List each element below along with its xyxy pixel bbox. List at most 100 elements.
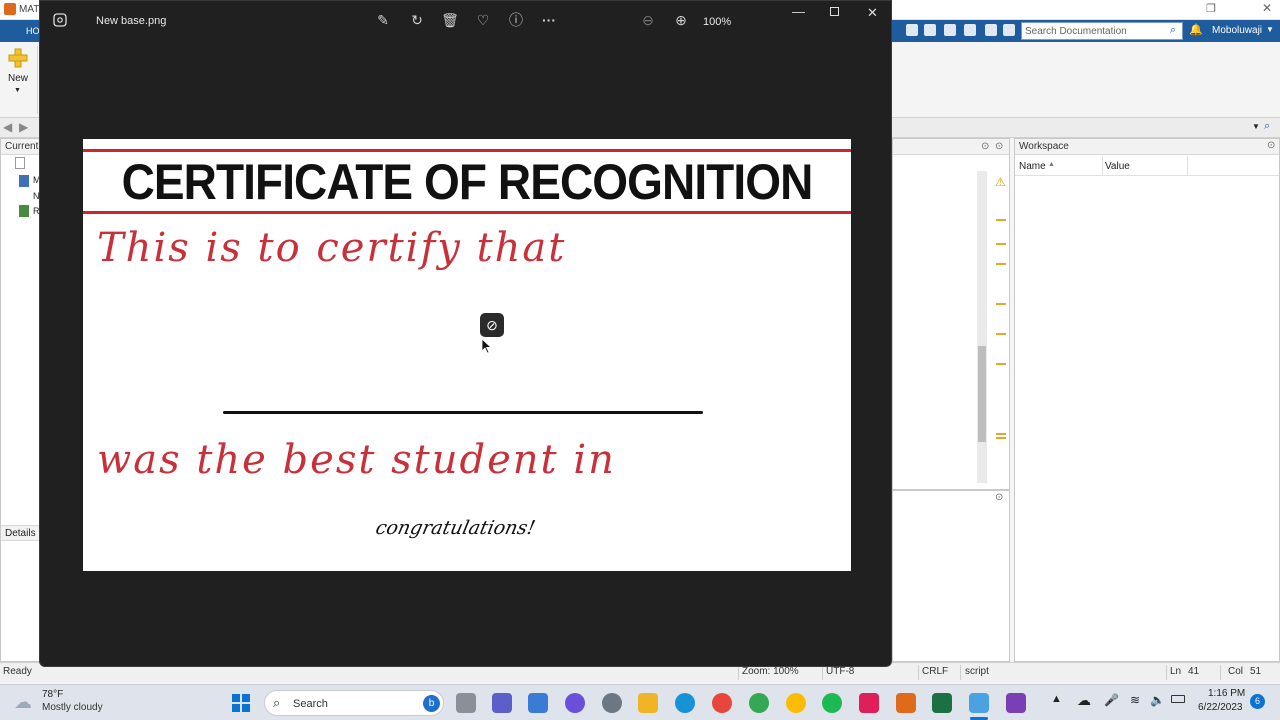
chevron-down-icon[interactable]: ▼ bbox=[1266, 25, 1274, 34]
search-icon[interactable]: ⌕ bbox=[1170, 24, 1176, 37]
settings-gear-icon[interactable] bbox=[602, 693, 622, 713]
status-line-ending: CRLF bbox=[922, 666, 949, 677]
toolbar-icon[interactable] bbox=[924, 24, 936, 36]
panel-menu-icon[interactable]: ⊙ bbox=[981, 141, 989, 152]
bing-icon[interactable]: b bbox=[423, 695, 440, 712]
code-marker[interactable] bbox=[996, 263, 1006, 265]
spotify-icon[interactable] bbox=[822, 693, 842, 713]
slack-icon[interactable] bbox=[859, 693, 879, 713]
toolbar-icon[interactable] bbox=[985, 24, 997, 36]
clock-time[interactable]: 1:16 PM bbox=[1208, 688, 1245, 699]
name-signature-line bbox=[223, 411, 703, 414]
matlab-restore-icon[interactable]: ❐ bbox=[1206, 2, 1216, 15]
code-marker[interactable] bbox=[996, 433, 1006, 439]
close-icon[interactable]: ✕ bbox=[867, 5, 878, 21]
photos-icon[interactable] bbox=[969, 693, 989, 713]
copilot-icon[interactable] bbox=[565, 693, 585, 713]
notification-badge[interactable]: 6 bbox=[1250, 694, 1265, 709]
favorite-icon[interactable]: ♡ bbox=[474, 11, 492, 29]
toolbar-icon[interactable] bbox=[964, 24, 976, 36]
weather-temperature[interactable]: 78°F bbox=[42, 689, 63, 700]
search-documentation-placeholder: Search Documentation bbox=[1025, 26, 1127, 37]
tab-home[interactable]: HO bbox=[26, 26, 40, 36]
minimize-icon[interactable]: — bbox=[792, 4, 805, 19]
clock-date[interactable]: 6/22/2023 bbox=[1198, 702, 1243, 713]
info-icon[interactable]: ⓘ bbox=[507, 11, 525, 29]
code-marker[interactable] bbox=[996, 333, 1006, 335]
status-divider bbox=[738, 665, 739, 680]
toolbar-icon[interactable] bbox=[944, 24, 956, 36]
panel-menu-icon[interactable]: ⊙ bbox=[995, 492, 1003, 503]
file-explorer-icon[interactable] bbox=[638, 693, 658, 713]
taskbar-search-box[interactable]: ⌕ Search b bbox=[264, 690, 444, 716]
edit-icon[interactable]: ✎ bbox=[374, 11, 392, 29]
panel-menu-icon[interactable]: ⊙ bbox=[1267, 140, 1275, 151]
new-button[interactable]: New bbox=[8, 73, 28, 84]
matlab-close-icon[interactable]: ✕ bbox=[1262, 1, 1272, 15]
chrome-icon[interactable] bbox=[712, 693, 732, 713]
chevron-down-icon[interactable]: ▼ bbox=[1252, 122, 1260, 131]
excel-icon[interactable] bbox=[932, 693, 952, 713]
status-file-type: script bbox=[965, 666, 989, 677]
toolbar-icon[interactable] bbox=[906, 24, 918, 36]
best-student-line: was the best student in bbox=[97, 437, 616, 483]
search-icon[interactable]: ⌕ bbox=[1264, 120, 1270, 133]
matlab-icon[interactable] bbox=[896, 693, 916, 713]
weather-condition[interactable]: Mostly cloudy bbox=[42, 702, 103, 713]
zoom-out-icon[interactable]: ⊖ bbox=[639, 11, 657, 29]
more-icon[interactable]: ··· bbox=[540, 11, 558, 29]
battery-icon[interactable] bbox=[1171, 695, 1185, 703]
user-account-menu[interactable]: Moboluwaji bbox=[1212, 25, 1262, 36]
blocked-cursor-badge: ⊘ bbox=[480, 313, 504, 337]
workspace-columns: Name ▲ Value bbox=[1015, 156, 1279, 176]
volume-icon[interactable]: 🔈 bbox=[1150, 693, 1165, 707]
status-divider bbox=[960, 665, 961, 680]
warning-icon[interactable]: ⚠ bbox=[995, 175, 1006, 189]
teams-chat-icon[interactable] bbox=[492, 693, 512, 713]
rotate-icon[interactable]: ↻ bbox=[408, 11, 426, 29]
help-icon[interactable] bbox=[1003, 24, 1015, 36]
status-encoding: UTF-8 bbox=[826, 666, 855, 677]
edge-browser-icon[interactable] bbox=[675, 693, 695, 713]
code-marker[interactable] bbox=[996, 363, 1006, 365]
back-arrow-icon[interactable]: ◀ bbox=[3, 120, 12, 134]
chrome-profile-icon[interactable] bbox=[749, 693, 769, 713]
scrollbar-thumb[interactable] bbox=[978, 346, 986, 442]
column-name-header[interactable]: Name bbox=[1019, 161, 1046, 172]
code-marker[interactable] bbox=[996, 303, 1006, 305]
column-value-header[interactable]: Value bbox=[1105, 161, 1130, 172]
gallery-icon[interactable] bbox=[51, 11, 69, 29]
bell-icon[interactable]: 🔔 bbox=[1189, 23, 1203, 36]
wifi-icon[interactable]: ≋ bbox=[1130, 693, 1140, 707]
sort-ascending-icon[interactable]: ▲ bbox=[1048, 161, 1055, 168]
zoom-in-icon[interactable]: ⊕ bbox=[672, 11, 690, 29]
details-header[interactable]: Details bbox=[1, 525, 41, 541]
media-app-icon[interactable] bbox=[1006, 693, 1026, 713]
chrome-profile-icon[interactable] bbox=[786, 693, 806, 713]
panel-menu-icon[interactable]: ⊙ bbox=[995, 141, 1003, 152]
workspace-panel: Workspace ⊙ Name ▲ Value bbox=[1014, 138, 1280, 662]
microsoft-store-icon[interactable] bbox=[528, 693, 548, 713]
delete-icon[interactable]: 🗑 bbox=[441, 11, 459, 29]
zoom-level[interactable]: 100% bbox=[703, 16, 731, 28]
m-file-icon bbox=[19, 175, 29, 187]
status-divider bbox=[1166, 665, 1167, 680]
status-ln-label: Ln bbox=[1170, 666, 1182, 677]
congratulations-text: congratulations! bbox=[373, 517, 538, 539]
onedrive-cloud-icon[interactable]: ☁ bbox=[1077, 692, 1091, 709]
search-icon: ⌕ bbox=[273, 695, 281, 710]
search-documentation-input[interactable]: Search Documentation ⌕ bbox=[1021, 22, 1183, 40]
windows-start-icon[interactable] bbox=[231, 693, 251, 713]
microphone-icon[interactable]: 🎤 bbox=[1104, 693, 1119, 707]
taskbar-search-label: Search bbox=[293, 698, 328, 710]
code-marker[interactable] bbox=[996, 219, 1006, 221]
code-marker[interactable] bbox=[996, 243, 1006, 245]
task-view-icon[interactable] bbox=[456, 693, 476, 713]
editor-scrollbar[interactable] bbox=[977, 171, 987, 483]
maximize-icon[interactable] bbox=[830, 7, 839, 16]
forward-arrow-icon[interactable]: ▶ bbox=[19, 120, 28, 134]
new-plus-icon[interactable] bbox=[8, 48, 28, 68]
chevron-down-icon[interactable]: ▼ bbox=[14, 87, 21, 94]
chevron-up-icon[interactable]: ▲ bbox=[1051, 693, 1062, 705]
weather-cloud-icon[interactable]: ☁ bbox=[14, 692, 32, 713]
